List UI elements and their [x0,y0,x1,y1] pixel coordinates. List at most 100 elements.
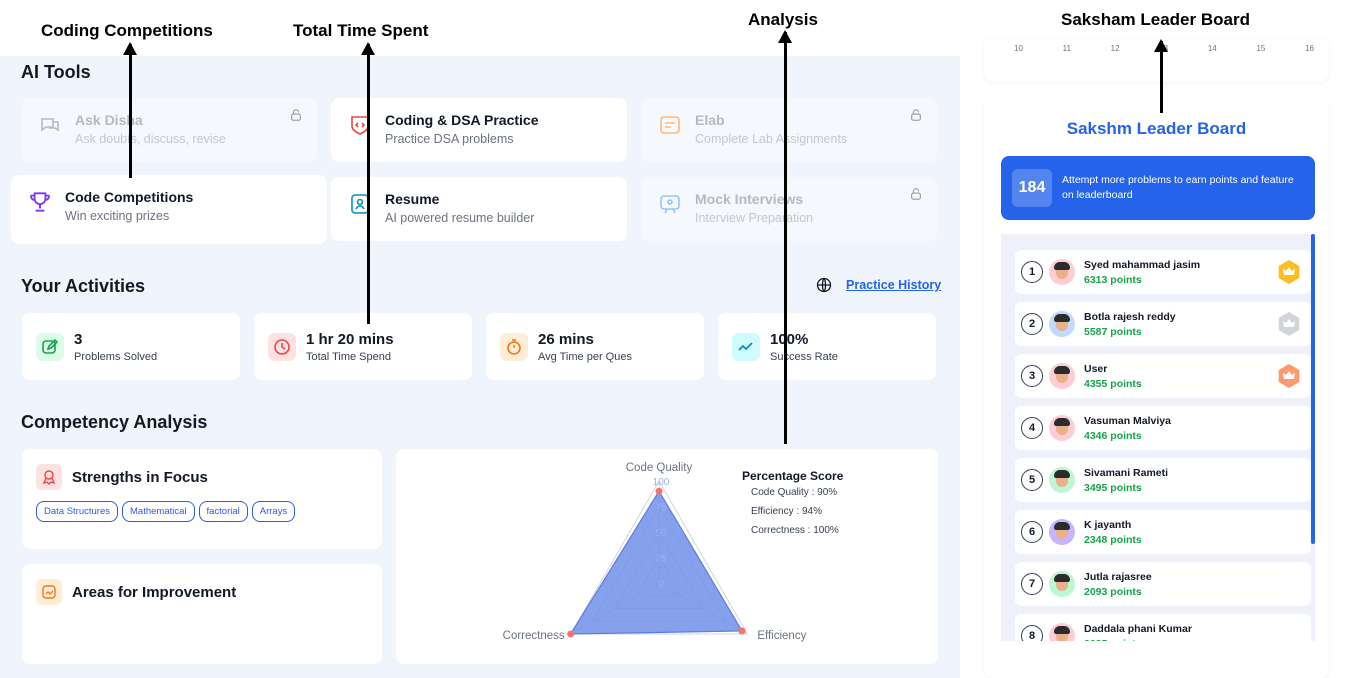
tool-ask-disha[interactable]: Ask Disha Ask doubts, discuss, revise [21,98,317,162]
activities-heading: Your Activities [21,276,146,296]
leader-name: Botla rajesh reddy [1084,310,1176,323]
leaderboard-row[interactable]: 6 K jayanth 2348 points [1015,510,1311,554]
strength-chip: Mathematical [122,501,195,522]
avatar [1049,467,1075,493]
my-points: 184 [1012,169,1052,207]
radar-axis-label: Code Quality [626,462,693,474]
stat-total-time: 1 hr 20 mins Total Time Spend [254,313,472,380]
leaderboard-panel: Sakshm Leader Board 184 Attempt more pro… [984,97,1329,678]
radar-tick-label: 75 [655,503,667,514]
lock-icon [291,109,301,121]
top-tick-label: 14 [1207,44,1217,53]
avatar [1049,623,1075,641]
strengths-icon [36,464,62,490]
top-tick-label: 15 [1256,44,1266,53]
radar-tick-label: 50 [655,528,667,539]
competency-heading: Competency Analysis [21,412,208,432]
stat-success-rate: 100% Success Rate [718,313,936,380]
improvement-icon [36,579,62,605]
leader-points: 5587 points [1084,325,1142,338]
rank-badge: 7 [1021,573,1043,595]
radar-tick-label: 25 [655,554,667,565]
arrow-total-time-spent [361,42,375,324]
arrow-leader-board [1154,39,1168,113]
globe-icon [816,277,832,293]
annotation-coding-competitions: Coding Competitions [41,21,213,40]
rank-badge: 1 [1021,261,1043,283]
leaderboard-row[interactable]: 2 Botla rajesh reddy 5587 points [1015,302,1311,346]
strength-chip: Data Structures [36,501,118,522]
tool-elab[interactable]: Elab Complete Lab Assignments [641,98,937,162]
strength-chip: factorial [198,501,248,522]
leaderboard-row[interactable]: 8 Daddala phani Kumar 2025 points [1015,614,1311,641]
lock-icon [911,188,921,200]
radar-axis-label: Correctness [503,630,565,642]
avatar [1049,363,1075,389]
leaderboard-scrollbar[interactable] [1311,234,1315,544]
lock-icon [911,109,921,121]
trend-icon [732,332,760,361]
radar-point [738,627,746,635]
rank-badge: 5 [1021,469,1043,491]
leader-name: Syed mahammad jasim [1084,258,1201,271]
leader-name: K jayanth [1084,518,1132,531]
radar-legend-title: Percentage Score [742,469,844,483]
rank-badge: 3 [1021,365,1043,387]
leaderboard-list[interactable]: 1 Syed mahammad jasim 6313 points 2 Botla ra… [1001,234,1315,641]
tool-code-competitions[interactable]: Code Competitions Win exciting prizes [11,175,327,244]
arrow-analysis [778,30,792,444]
leaderboard-row[interactable]: 5 Sivamani Rameti 3495 points [1015,458,1311,502]
top-tick-label: 16 [1305,44,1314,53]
top-tick-label: 12 [1110,44,1120,53]
annotation-analysis: Analysis [748,10,818,29]
leaderboard-title: Sakshm Leader Board [1066,119,1247,138]
radar-tick-label: 0 [658,579,664,590]
leader-points: 3495 points [1084,481,1142,494]
radar-point [567,630,575,638]
leader-name: Daddala phani Kumar [1084,622,1192,635]
edit-icon [36,332,64,361]
leader-name: User [1084,362,1108,375]
practice-history-link[interactable]: Practice History [846,278,941,292]
avatar [1049,311,1075,337]
tool-coding-dsa-practice[interactable]: Coding & DSA Practice Practice DSA proble… [331,98,627,162]
top-tick-label: 11 [1062,44,1071,53]
avatar [1049,259,1075,285]
leaderboard-row[interactable]: 1 Syed mahammad jasim 6313 points [1015,250,1311,294]
leaderboard-row[interactable]: 7 Jutla rajasree 2093 points [1015,562,1311,606]
leader-name: Vasuman Malviya [1084,414,1171,427]
crown-icon [1278,364,1300,388]
strengths-title: Strengths in Focus [72,469,208,486]
chat-bubble-icon [37,112,63,138]
leader-points: 2093 points [1084,585,1142,598]
rank-badge: 6 [1021,521,1043,543]
leader-name: Sivamani Rameti [1084,466,1169,479]
arrow-coding-competitions [123,42,137,178]
improvement-title: Areas for Improvement [72,584,237,601]
radar-card: 0 25 50 75 100 Code Quality Efficiency Correctn… [396,449,938,664]
leaderboard-row[interactable]: 3 User 4355 points [1015,354,1311,398]
ai-tools-heading: AI Tools [21,62,91,82]
leader-points: 4355 points [1084,377,1142,390]
points-message: Attempt more problems to earn points and… [1062,174,1294,201]
leader-points: 2348 points [1084,533,1142,546]
strengths-card: Strengths in Focus Data Structures Mathem… [22,449,382,549]
leader-points: 2025 points [1084,638,1192,642]
tool-mock-interviews[interactable]: Mock Interviews Interview Preparation [641,177,937,241]
avatar [1049,519,1075,545]
my-points-banner: 184 Attempt more problems to earn points… [1001,156,1315,220]
strengths-chips: Data Structures Mathematical factorial Arra… [36,501,299,522]
avatar [1049,415,1075,441]
stopwatch-icon [500,332,528,361]
tool-resume[interactable]: Resume AI powered resume builder [331,177,627,241]
strength-chip: Arrays [251,501,296,522]
radar-axis-label: Efficiency [757,630,806,642]
leader-points: 4346 points [1084,429,1142,442]
top-tick-label: 10 [1014,44,1023,53]
stat-avg-time: 26 mins Avg Time per Ques [486,313,704,380]
lab-icon [657,112,683,138]
clock-icon [268,332,296,361]
leaderboard-row[interactable]: 4 Vasuman Malviya 4346 points [1015,406,1311,450]
radar-point [655,487,663,495]
annotation-total-time-spent: Total Time Spent [293,21,429,40]
